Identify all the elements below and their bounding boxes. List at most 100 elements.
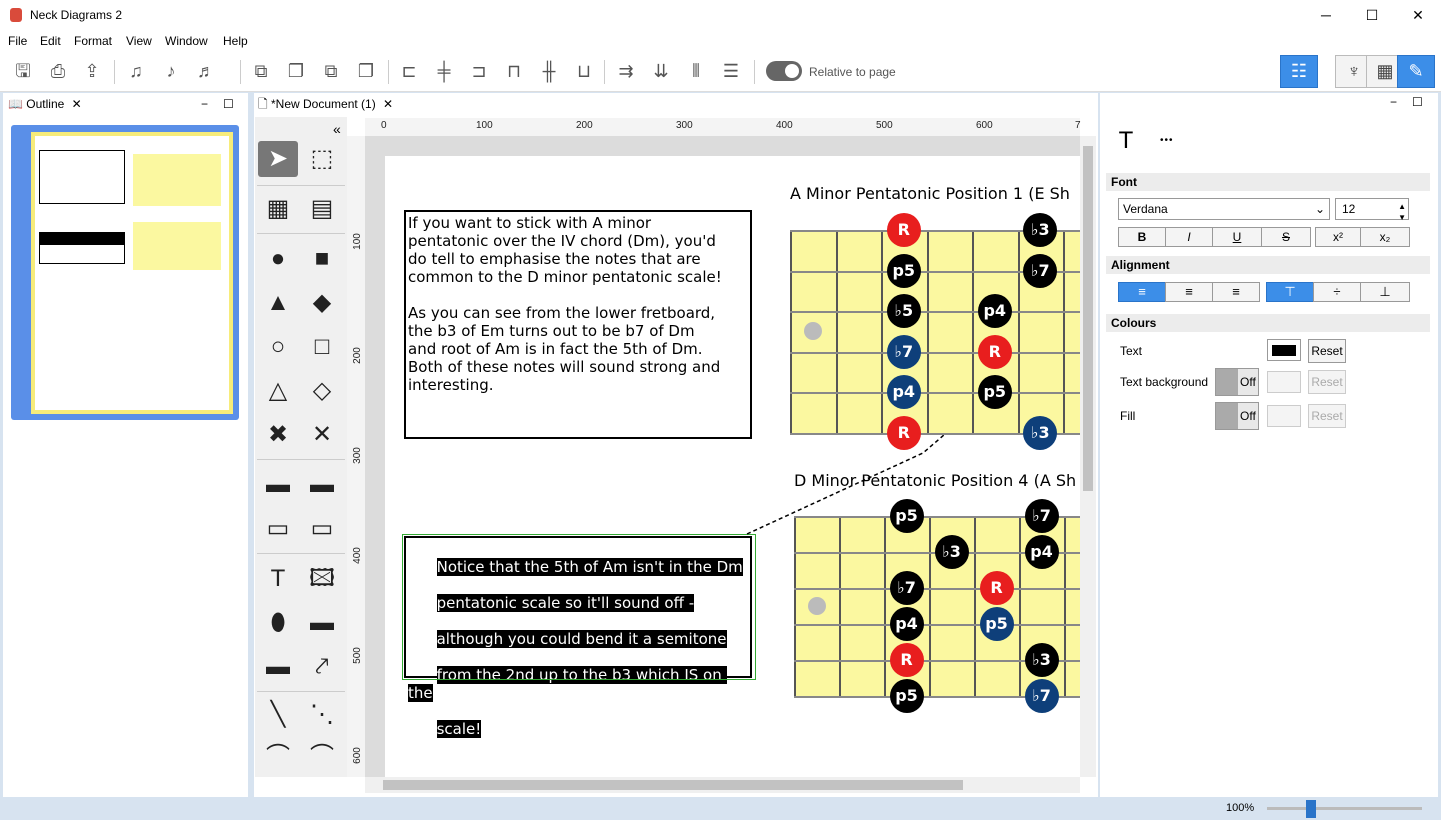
menu-edit[interactable]: Edit <box>40 34 61 48</box>
curve-icon[interactable]: ⌒ <box>258 739 298 775</box>
zoom-slider-handle[interactable] <box>1306 800 1316 818</box>
bring-forward-icon[interactable]: ⧉ <box>317 57 345 85</box>
stepper-down-icon[interactable]: ▼ <box>1398 208 1406 228</box>
subscript-button[interactable]: x₂ <box>1360 227 1410 247</box>
rectangle-icon[interactable]: ▬ <box>302 605 342 641</box>
note-marker[interactable]: ♭3 <box>1023 213 1058 247</box>
note-marker[interactable]: ♭3 <box>1023 415 1058 450</box>
align-center-icon[interactable]: ╪ <box>430 57 458 85</box>
marquee-select-icon[interactable]: ⬚ <box>302 141 342 177</box>
note-marker[interactable]: p5 <box>886 253 921 288</box>
note-marker[interactable]: ♭7 <box>1024 499 1059 533</box>
align-left-icon[interactable]: ≡ <box>1118 282 1166 302</box>
maximize-panel-icon[interactable]: ☐ <box>223 93 234 115</box>
note-marker[interactable]: R <box>886 213 921 247</box>
document-tab[interactable]: 🗋 *New Document (1) ✕ <box>258 93 393 115</box>
text-properties-tab-icon[interactable]: T <box>1102 121 1150 161</box>
dashed-line-icon[interactable]: ⋱ <box>302 697 342 733</box>
rounded-bar-icon[interactable]: ▬ <box>302 467 342 503</box>
circle-outline-icon[interactable]: ○ <box>258 329 298 365</box>
triangle-outline-icon[interactable]: △ <box>258 373 298 409</box>
print-icon[interactable]: ⎙ <box>44 57 72 85</box>
bold-button[interactable]: B <box>1118 227 1166 247</box>
note-marker[interactable]: ♭7 <box>1023 253 1058 288</box>
space-h-icon[interactable]: ⫴ <box>682 57 710 85</box>
reset-text-colour-button[interactable]: Reset <box>1308 339 1346 363</box>
audio-icon[interactable]: ♫ <box>122 57 150 85</box>
horizontal-scrollbar[interactable] <box>365 777 1080 793</box>
note-marker[interactable]: p4 <box>889 607 924 641</box>
fretboard-tool-icon[interactable]: ▦ <box>258 191 298 227</box>
note-marker[interactable]: p4 <box>977 294 1012 328</box>
rounded-rect-icon[interactable]: ▬ <box>258 649 298 685</box>
music-icon[interactable]: ♬ <box>192 57 220 85</box>
text-background-toggle[interactable]: Off <box>1215 368 1259 396</box>
text-tool-icon[interactable]: T <box>258 561 298 597</box>
note-marker[interactable]: p4 <box>886 375 921 409</box>
menu-format[interactable]: Format <box>74 34 112 48</box>
zoom-slider-track[interactable] <box>1267 807 1422 810</box>
fretboard-diagram-2[interactable]: p5 ♭7 ♭3 p4 ♭7 Rp4 p5 R ♭3 p5 ♭7 <box>794 499 1080 713</box>
font-family-select[interactable]: Verdana ⌄ <box>1118 198 1330 220</box>
edit-pen-icon[interactable]: ✎ <box>1397 55 1435 88</box>
align-right-icon[interactable]: ≡ <box>1212 282 1260 302</box>
line-icon[interactable]: ╲ <box>258 697 298 733</box>
distribute-v-icon[interactable]: ⇊ <box>647 57 675 85</box>
page-thumbnail[interactable] <box>11 125 239 420</box>
select-arrow-icon[interactable]: ➤ <box>258 141 298 177</box>
scroll-thumb[interactable] <box>383 780 963 790</box>
strikethrough-button[interactable]: S <box>1261 227 1311 247</box>
align-middle-icon[interactable]: ╫ <box>535 57 563 85</box>
note-marker[interactable]: ♭3 <box>934 535 969 569</box>
note-marker[interactable]: p5 <box>889 499 924 533</box>
valign-bottom-icon[interactable]: ⊥ <box>1360 282 1410 302</box>
note-marker[interactable]: R <box>979 571 1014 605</box>
note-marker[interactable]: ♭7 <box>886 334 921 369</box>
bring-front-icon[interactable]: ⧉ <box>247 57 275 85</box>
align-right-icon[interactable]: ⊐ <box>465 57 493 85</box>
filled-diamond-icon[interactable]: ◆ <box>302 285 342 321</box>
filled-triangle-icon[interactable]: ▲ <box>258 285 298 321</box>
note-marker[interactable]: ♭5 <box>886 294 921 328</box>
menu-file[interactable]: File <box>8 34 27 48</box>
minimize-panel-icon[interactable]: − <box>201 93 208 115</box>
note-marker[interactable]: p5 <box>889 679 924 713</box>
share-icon[interactable]: ⇪ <box>78 57 106 85</box>
note-marker[interactable]: p5 <box>979 607 1014 641</box>
align-center-icon[interactable]: ≡ <box>1165 282 1213 302</box>
arc-icon[interactable]: ⌒ <box>302 739 342 775</box>
underline-button[interactable]: U <box>1212 227 1262 247</box>
play-icon[interactable]: ♪ <box>157 57 185 85</box>
note-marker[interactable]: ♭7 <box>1024 679 1059 713</box>
cross-outline-icon[interactable]: ✕ <box>302 417 342 453</box>
menu-help[interactable]: Help <box>223 34 248 48</box>
filled-square-icon[interactable]: ■ <box>302 241 342 277</box>
close-icon[interactable]: ✕ <box>72 97 82 111</box>
relative-to-page-toggle[interactable] <box>766 61 802 81</box>
note-marker[interactable]: p5 <box>977 375 1012 409</box>
fill-toggle[interactable]: Off <box>1215 402 1259 430</box>
superscript-button[interactable]: x² <box>1315 227 1361 247</box>
text-colour-swatch[interactable] <box>1267 339 1301 361</box>
note-marker[interactable]: ♭7 <box>889 571 924 605</box>
note-marker[interactable]: R <box>886 415 921 450</box>
table-tool-icon[interactable]: ▤ <box>302 191 342 227</box>
bar-icon[interactable]: ▬ <box>258 467 298 503</box>
close-icon[interactable]: ✕ <box>383 97 393 111</box>
distribute-h-icon[interactable]: ⇉ <box>612 57 640 85</box>
filled-circle-icon[interactable]: ● <box>258 241 298 277</box>
menu-window[interactable]: Window <box>165 34 208 48</box>
minimize-panel-icon[interactable]: − <box>1390 95 1397 109</box>
valign-middle-icon[interactable]: ÷ <box>1313 282 1361 302</box>
font-size-stepper[interactable]: 12 ▲ ▼ <box>1335 198 1409 222</box>
align-top-icon[interactable]: ⊓ <box>500 57 528 85</box>
send-backward-icon[interactable]: ❐ <box>352 57 380 85</box>
maximize-button[interactable]: ☐ <box>1349 0 1395 30</box>
maximize-panel-icon[interactable]: ☐ <box>1412 95 1423 109</box>
properties-panel-icon[interactable]: ☷ <box>1280 55 1318 88</box>
minimize-button[interactable]: ─ <box>1303 0 1349 30</box>
close-button[interactable]: ✕ <box>1395 0 1441 30</box>
more-tabs-icon[interactable]: ••• <box>1160 135 1174 146</box>
scroll-thumb[interactable] <box>1083 146 1093 491</box>
connector-icon[interactable]: ⤤ <box>302 649 342 685</box>
